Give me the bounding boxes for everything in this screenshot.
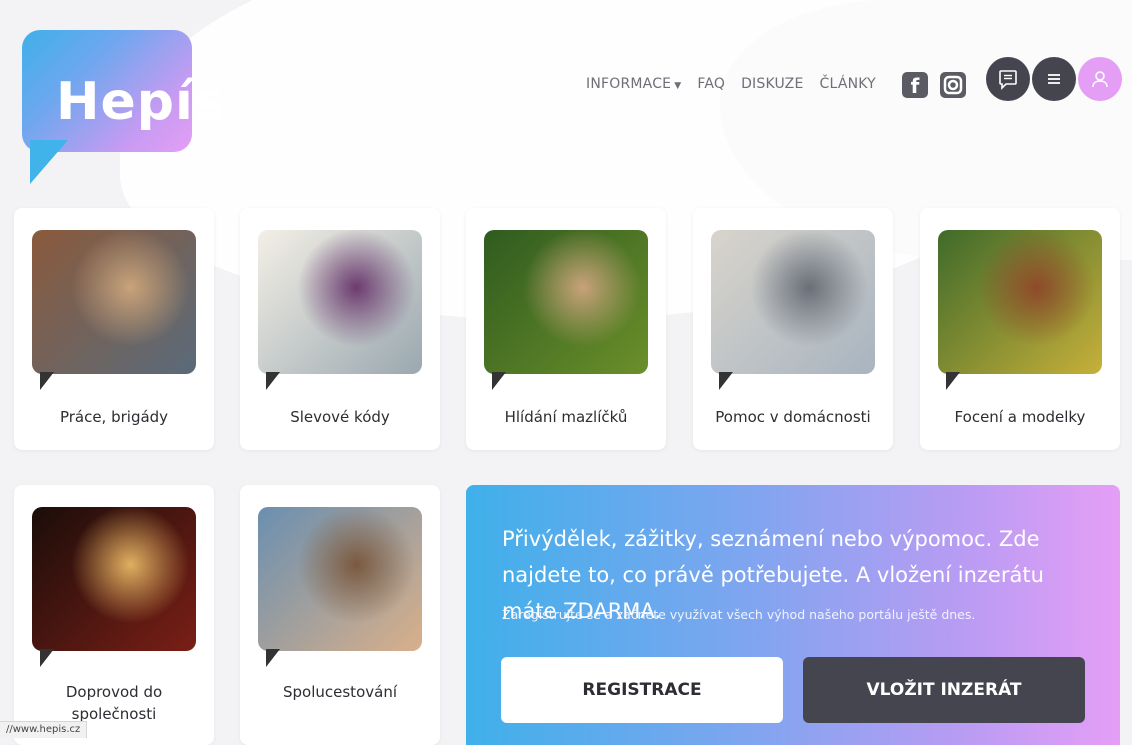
speech-tail	[40, 649, 54, 667]
speech-tail	[492, 372, 506, 390]
category-card-spolucestovani[interactable]: Spolucestování	[240, 485, 440, 745]
category-card-pomoc-v-domacnosti[interactable]: Pomoc v domácnosti	[693, 208, 893, 450]
status-bar-url: //www.hepis.cz	[0, 721, 88, 738]
main-nav: INFORMACE ▼ FAQ DISKUZE ČLÁNKY	[586, 76, 892, 92]
category-card-foceni-a-modelky[interactable]: Focení a modelky	[920, 208, 1120, 450]
category-photo	[484, 230, 648, 374]
category-card-hlidani-mazlicku[interactable]: Hlídání mazlíčků	[466, 208, 666, 450]
nav-item-diskuze[interactable]: DISKUZE	[741, 76, 803, 92]
promo-subtitle: Zaregistrujte se a začněte využívat všec…	[502, 607, 976, 622]
category-label: Focení a modelky	[954, 408, 1086, 426]
category-photo	[32, 507, 196, 651]
speech-tail	[719, 372, 733, 390]
category-label: Doprovod do společnosti	[65, 683, 163, 723]
promo-banner: Přivýdělek, zážitky, seznámení nebo výpo…	[466, 485, 1120, 745]
category-photo	[258, 230, 422, 374]
insert-ad-button[interactable]: VLOŽIT INZERÁT	[803, 657, 1085, 723]
user-button[interactable]	[1078, 57, 1122, 101]
speech-tail	[266, 372, 280, 390]
facebook-icon[interactable]: f	[902, 72, 928, 98]
nav-item-faq[interactable]: FAQ	[697, 76, 725, 92]
category-label: Hlídání mazlíčků	[504, 408, 628, 426]
nav-item-clanky[interactable]: ČLÁNKY	[820, 76, 876, 92]
nav-item-informace[interactable]: INFORMACE ▼	[586, 76, 681, 92]
category-card-prace[interactable]: Práce, brigády	[14, 208, 214, 450]
category-photo	[938, 230, 1102, 374]
nav-item-label: INFORMACE	[586, 76, 672, 92]
speech-tail	[266, 649, 280, 667]
category-card-doprovod[interactable]: Doprovod do společnosti	[14, 485, 214, 745]
category-photo	[32, 230, 196, 374]
category-label: Práce, brigády	[59, 408, 169, 426]
messages-icon	[999, 70, 1017, 90]
menu-icon	[1048, 74, 1060, 84]
logo-text: Hepís	[56, 72, 226, 132]
category-label: Spolucestování	[283, 683, 397, 701]
speech-tail	[40, 372, 54, 390]
category-photo	[711, 230, 875, 374]
speech-tail	[946, 372, 960, 390]
instagram-icon[interactable]	[940, 72, 966, 98]
category-label: Pomoc v domácnosti	[715, 408, 871, 426]
caret-down-icon: ▼	[674, 81, 682, 91]
category-card-slevove-kody[interactable]: Slevové kódy	[240, 208, 440, 450]
user-icon	[1092, 71, 1108, 88]
messages-button[interactable]	[986, 57, 1030, 101]
category-photo	[258, 507, 422, 651]
logo[interactable]: Hepís	[22, 30, 225, 152]
logo-speech-tail	[30, 140, 68, 184]
register-button[interactable]: REGISTRACE	[501, 657, 783, 723]
category-label: Slevové kódy	[290, 408, 390, 426]
menu-button[interactable]	[1032, 57, 1076, 101]
